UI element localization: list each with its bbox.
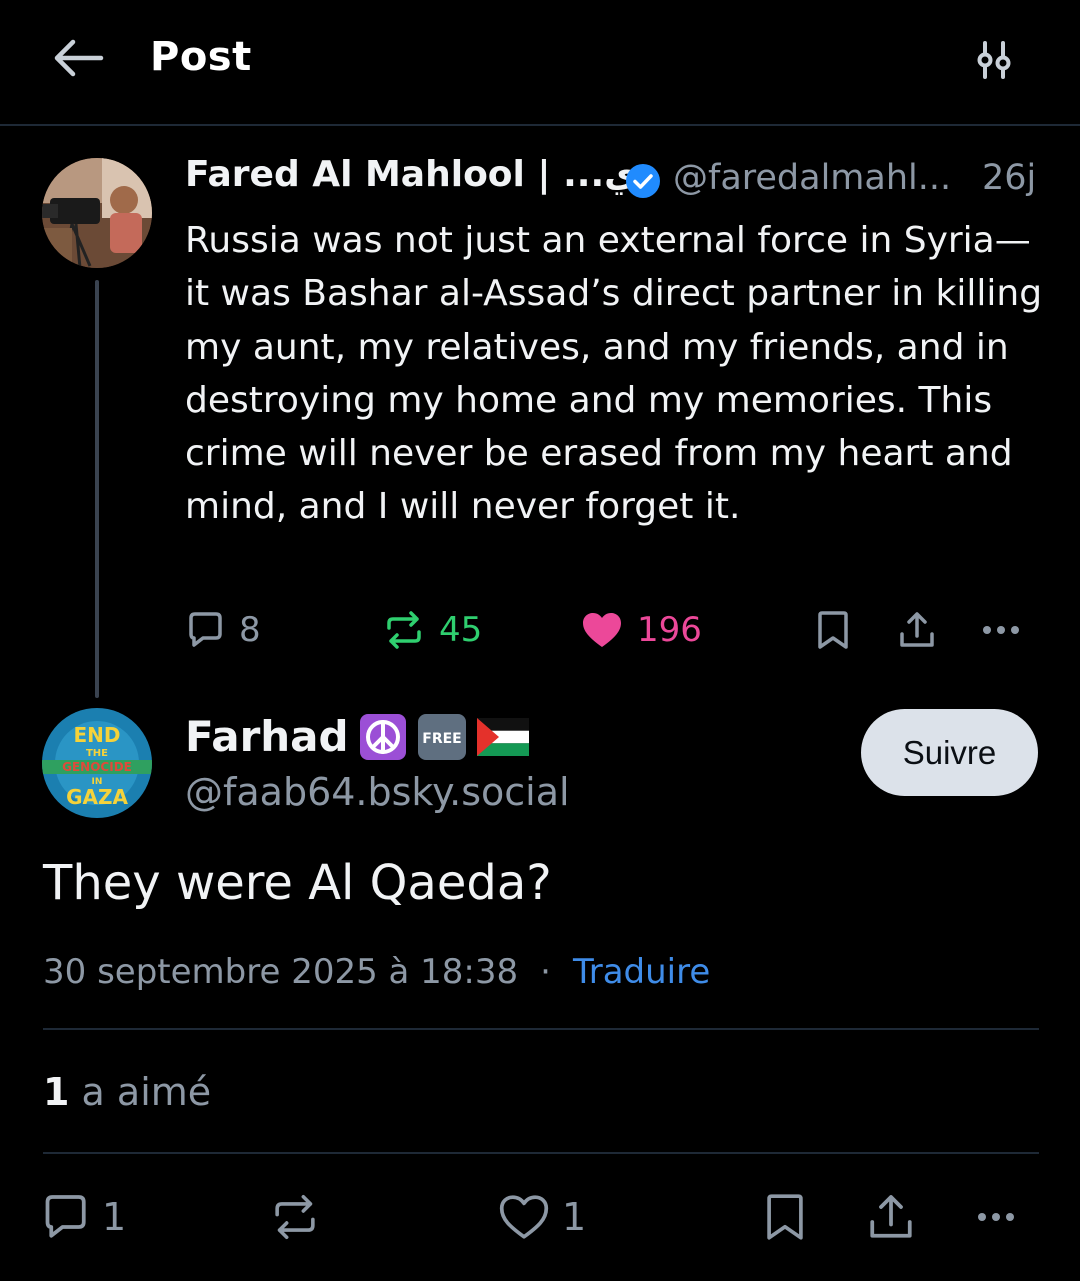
repost-icon (275, 1194, 315, 1240)
sliders-icon (977, 41, 1011, 79)
heart-icon (499, 1195, 549, 1239)
meta-separator: · (540, 952, 551, 992)
share-icon (870, 1195, 912, 1238)
reply-icon (45, 1195, 86, 1238)
post-meta: 30 septembre 2025 à 18:38 · Traduire (43, 952, 710, 992)
more-options-button[interactable] (980, 600, 1022, 660)
bookmark-icon (767, 1194, 803, 1240)
share-icon (900, 612, 934, 647)
follow-button[interactable]: Suivre (861, 709, 1038, 796)
share-button[interactable] (866, 1185, 916, 1249)
divider (43, 1028, 1039, 1030)
parent-post-body: Russia was not just an external force in… (185, 220, 1043, 528)
avatar[interactable]: END THE GENOCIDE IN GAZA (42, 708, 152, 818)
parent-post-actions: 8 45 196 (0, 600, 1080, 660)
main-post-actions: 1 1 (0, 1185, 1080, 1249)
reply-count: 1 (102, 1195, 127, 1239)
like-count: 196 (637, 610, 702, 650)
avatar[interactable] (42, 158, 152, 268)
svg-text:FREE: FREE (422, 731, 461, 747)
more-options-button[interactable] (970, 1185, 1022, 1249)
verified-badge-icon (626, 164, 660, 198)
palestine-flag-icon (476, 717, 529, 756)
main-author-handle[interactable]: @faab64.bsky.social (185, 770, 570, 814)
page-title: Post (150, 34, 252, 80)
svg-text:END: END (73, 723, 120, 747)
reply-button[interactable]: 1 (40, 1185, 126, 1249)
thread-settings-button[interactable] (966, 36, 1022, 84)
top-bar: Post (0, 0, 1080, 126)
heart-filled-icon (583, 613, 621, 647)
repost-icon (387, 611, 421, 649)
reply-button[interactable]: 8 (185, 600, 261, 660)
svg-text:GAZA: GAZA (66, 785, 128, 809)
free-button-icon: FREE (417, 713, 467, 761)
share-button[interactable] (897, 600, 937, 660)
likes-summary-label: a aimé (81, 1070, 212, 1114)
likes-summary[interactable]: 1 a aimé (43, 1070, 211, 1114)
main-author-name: Farhad (185, 712, 349, 761)
main-author-name-row[interactable]: Farhad FREE (185, 712, 529, 761)
parent-author-name[interactable]: Fared Al Mahlool | ...ري (185, 154, 658, 195)
bookmark-button[interactable] (815, 600, 851, 660)
ellipsis-icon (983, 626, 1019, 634)
repost-button[interactable]: 45 (383, 600, 482, 660)
svg-text:GENOCIDE: GENOCIDE (62, 760, 132, 774)
post-timestamp: 30 septembre 2025 à 18:38 (43, 952, 519, 992)
like-count: 1 (562, 1195, 587, 1239)
peace-symbol-icon (359, 713, 407, 761)
reply-icon (189, 612, 222, 647)
reply-count: 8 (239, 610, 261, 650)
svg-text:THE: THE (86, 748, 108, 759)
avatar-photo-icon (42, 158, 152, 268)
divider (43, 1152, 1039, 1154)
like-button[interactable]: 196 (581, 600, 702, 660)
back-button[interactable] (50, 34, 106, 82)
repost-button[interactable] (270, 1185, 320, 1249)
likes-summary-count: 1 (43, 1070, 70, 1114)
main-post-body: They were Al Qaeda? (43, 855, 552, 911)
end-genocide-avatar-icon: END THE GENOCIDE IN GAZA (42, 708, 152, 818)
repost-count: 45 (439, 610, 483, 650)
bookmark-button[interactable] (763, 1185, 807, 1249)
like-button[interactable]: 1 (498, 1185, 586, 1249)
translate-link[interactable]: Traduire (573, 952, 710, 992)
arrow-left-icon (54, 39, 104, 77)
parent-author-handle[interactable]: @faredalmahl... (673, 158, 951, 198)
bookmark-icon (818, 611, 848, 649)
ellipsis-icon (978, 1213, 1014, 1221)
parent-post-time: 26j (982, 158, 1037, 198)
